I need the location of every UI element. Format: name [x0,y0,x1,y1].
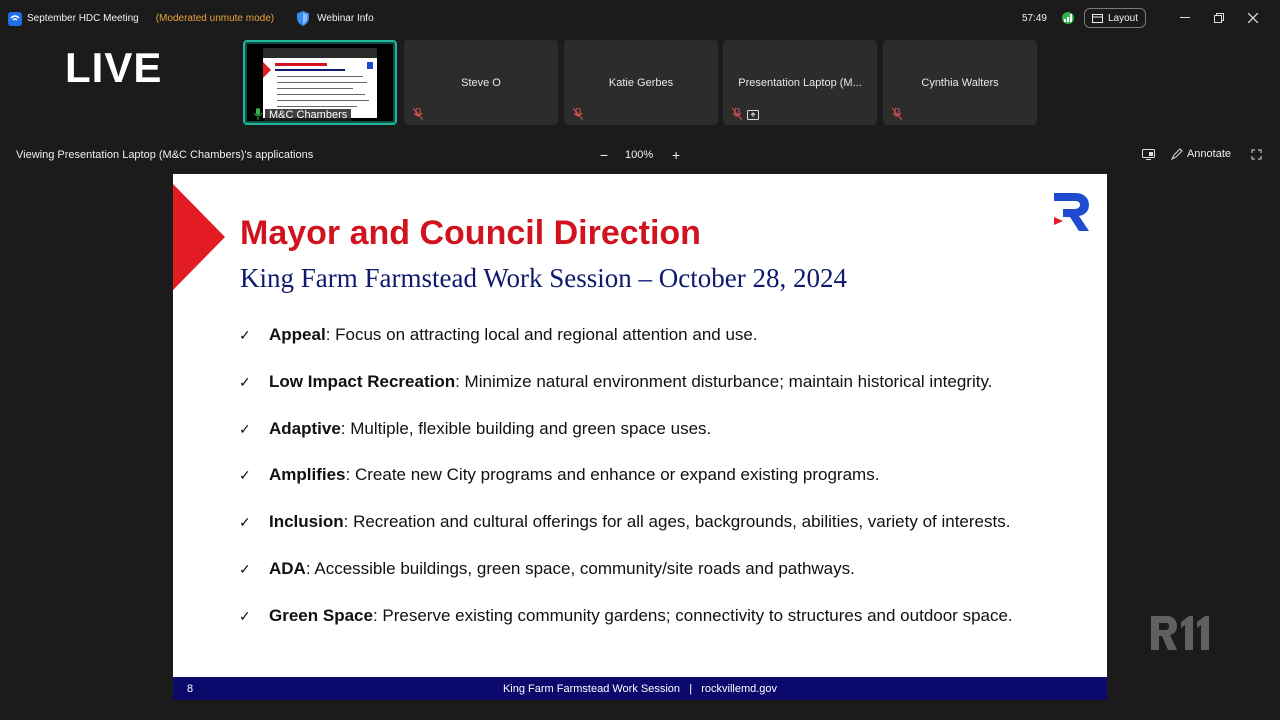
annotate-icon [1170,148,1183,160]
participant-name: Presentation Laptop (M... [738,77,862,89]
list-item: ✓ Inclusion: Recreation and cultural offe… [239,512,1013,559]
slide-footer-text: King Farm Farmstead Work Session | rockv… [502,683,778,695]
item-term: Green Space [269,605,373,625]
webinar-info-button[interactable]: Webinar Info [296,11,374,26]
shield-icon [297,11,310,26]
title-bar: September HDC Meeting (Moderated unmute … [0,0,1280,38]
participant-name: Steve O [461,77,501,89]
direction-list: ✓ Appeal: Focus on attracting local and r… [239,325,1013,653]
zoom-level: 100% [625,149,654,161]
viewing-status-text: Viewing Presentation Laptop (M&C Chamber… [16,149,314,161]
participant-tile[interactable]: Cynthia Walters [883,40,1037,125]
check-icon: ✓ [239,560,251,577]
participant-tile[interactable]: Steve O [404,40,558,125]
mic-muted-icon [732,108,742,120]
check-icon: ✓ [239,514,251,531]
item-text: : Create new City programs and enhance o… [345,465,880,485]
item-text: : Recreation and cultural offerings for … [343,512,1011,532]
participant-name: M&C Chambers [265,109,352,121]
slide-accent-triangle [173,184,225,290]
check-icon: ✓ [239,607,251,624]
check-icon: ✓ [239,467,251,484]
zoom-control: − 100% + [597,148,683,162]
item-term: ADA [269,558,306,578]
close-button[interactable] [1236,8,1270,28]
item-term: Inclusion [269,512,344,532]
item-text: : Preserve existing community gardens; c… [372,605,1013,625]
signal-icon[interactable] [1061,12,1074,24]
list-item: ✓ Amplifies: Create new City programs and… [239,465,1013,512]
item-text: : Multiple, flexible building and green … [340,418,712,438]
restore-icon [1214,13,1224,23]
slide-subtitle: King Farm Farmstead Work Session – Octob… [240,263,848,293]
participant-name: Katie Gerbes [608,77,674,89]
live-label: LIVE [65,44,163,91]
participant-tile-active[interactable]: M&C Chambers [243,40,397,125]
layout-button[interactable]: Layout [1083,8,1146,28]
minimize-icon [1180,17,1190,18]
item-text: : Focus on attracting local and regional… [325,325,758,344]
minimize-button[interactable] [1168,8,1202,28]
view-options-icon[interactable] [1141,148,1155,160]
check-icon: ✓ [239,373,251,390]
list-item: ✓ ADA: Accessible buildings, green space,… [239,559,1013,606]
participant-tile[interactable]: Katie Gerbes [564,40,718,125]
list-item: ✓ Appeal: Focus on attracting local and r… [239,325,1013,372]
webinar-info-label: Webinar Info [317,13,374,24]
share-screen-icon [747,110,759,120]
list-item: ✓ Green Space: Preserve existing communit… [239,606,1013,653]
mic-icon [253,108,263,120]
item-text: : Accessible buildings, green space, com… [305,558,855,578]
layout-icon [1091,13,1103,23]
list-item: ✓ Low Impact Recreation: Minimize natural… [239,372,1013,419]
close-icon [1248,13,1258,23]
mic-muted-icon [573,108,583,120]
item-text: : Minimize natural environment disturban… [455,371,993,391]
item-term: Low Impact Recreation [269,371,456,391]
slide-title: Mayor and Council Direction [240,214,701,252]
shared-slide: Mayor and Council Direction King Farm Fa… [173,174,1107,700]
item-term: Adaptive [269,418,341,438]
zoom-out-button[interactable]: − [597,148,611,162]
zoom-logo-icon [8,11,22,26]
check-icon: ✓ [239,327,251,343]
mic-muted-icon [413,108,423,120]
annotate-label: Annotate [1186,148,1231,160]
item-term: Amplifies [269,465,346,485]
moderation-mode-label: (Moderated unmute mode) [155,13,275,24]
participant-tile[interactable]: Presentation Laptop (M... [723,40,877,125]
check-icon: ✓ [239,420,251,437]
r11-watermark-icon [1151,616,1209,650]
annotate-button[interactable]: Annotate [1170,148,1231,160]
rockville-logo-icon [1054,193,1089,231]
mic-muted-icon [892,108,902,120]
meeting-timer: 57:49 [1021,12,1047,24]
zoom-in-button[interactable]: + [669,148,683,162]
slide-footer: 8 King Farm Farmstead Work Session | roc… [173,677,1107,700]
fullscreen-icon[interactable] [1251,149,1262,160]
participant-name: Cynthia Walters [921,77,999,89]
list-item: ✓ Adaptive: Multiple, flexible building a… [239,419,1013,466]
meeting-title: September HDC Meeting [27,13,139,24]
item-term: Appeal [269,325,326,344]
restore-button[interactable] [1202,8,1236,28]
mini-slide-preview [263,48,377,118]
layout-label: Layout [1107,12,1138,24]
